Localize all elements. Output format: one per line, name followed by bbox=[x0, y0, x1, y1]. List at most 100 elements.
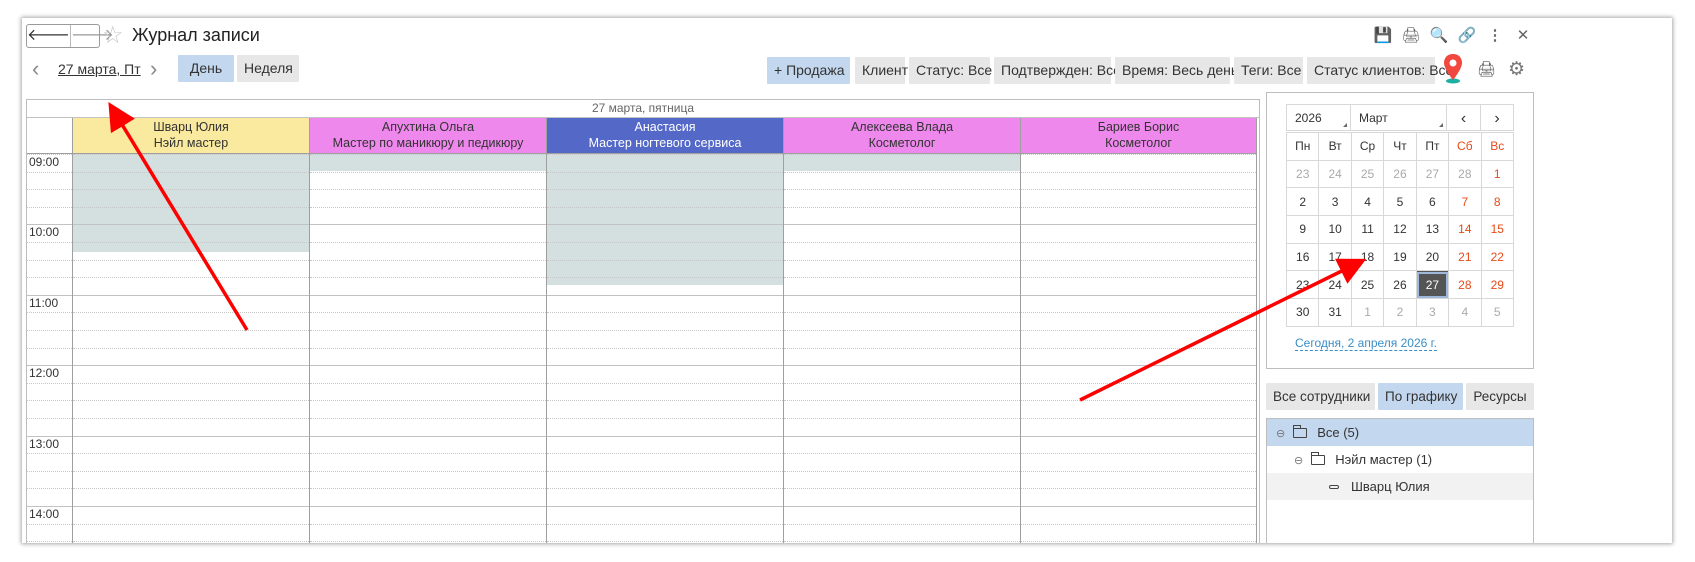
tab-by-schedule[interactable]: По графику bbox=[1378, 383, 1463, 410]
app-window: 🡐 🡒 ☆ Журнал записи 💾 🖨 🔍 🔗 ⋮ ✕ ‹ 27 мар… bbox=[22, 18, 1672, 543]
calendar-day[interactable]: 31 bbox=[1318, 298, 1352, 327]
calendar-day[interactable]: 27 bbox=[1415, 270, 1450, 300]
staff-column: Бариев Борис Косметолог bbox=[1021, 100, 1257, 543]
calendar-day[interactable]: 19 bbox=[1383, 242, 1417, 272]
calendar-day[interactable]: 14 bbox=[1448, 215, 1482, 244]
preview-icon[interactable]: 🔍 bbox=[1429, 26, 1449, 46]
calendar-day[interactable]: 23 bbox=[1285, 270, 1320, 300]
calendar-day[interactable]: 15 bbox=[1480, 215, 1515, 244]
month-dropdown[interactable]: Март bbox=[1350, 104, 1447, 131]
more-icon[interactable]: ⋮ bbox=[1485, 26, 1505, 46]
calendar-day[interactable]: 1 bbox=[1480, 159, 1515, 189]
calendar-day[interactable]: 11 bbox=[1350, 215, 1385, 244]
history-nav: 🡐 🡒 bbox=[26, 24, 114, 48]
calendar-day[interactable]: 24 bbox=[1318, 270, 1352, 300]
calendar-day[interactable]: 4 bbox=[1448, 298, 1482, 327]
staff-header[interactable]: Апухтина Ольга Мастер по маникюру и педи… bbox=[310, 118, 547, 154]
staff-slots[interactable] bbox=[310, 154, 547, 543]
calendar-day[interactable]: 9 bbox=[1285, 215, 1320, 244]
time-label: 12:00 bbox=[29, 366, 60, 381]
calendar-day[interactable]: 29 bbox=[1480, 270, 1515, 300]
calendar-day[interactable]: 17 bbox=[1318, 242, 1352, 272]
time-label: 09:00 bbox=[29, 155, 60, 169]
weekday-label: Сб bbox=[1448, 132, 1482, 161]
prev-month-icon[interactable]: ‹ bbox=[1446, 104, 1481, 131]
calendar-day[interactable]: 13 bbox=[1415, 215, 1450, 244]
calendar-day[interactable]: 18 bbox=[1350, 242, 1385, 272]
staff-header[interactable]: Анастасия Мастер ногтевого сервиса bbox=[547, 118, 784, 154]
time-label: 11:00 bbox=[29, 295, 59, 310]
calendar-day[interactable]: 25 bbox=[1350, 270, 1385, 300]
time-filter[interactable]: Время: Весь день bbox=[1115, 57, 1238, 84]
staff-slots[interactable] bbox=[547, 154, 784, 543]
calendar-day[interactable]: 6 bbox=[1415, 187, 1450, 217]
calendar-day[interactable]: 3 bbox=[1318, 187, 1352, 217]
favorite-star-icon[interactable]: ☆ bbox=[102, 22, 124, 50]
calendar-day[interactable]: 16 bbox=[1285, 242, 1320, 272]
confirmed-filter[interactable]: Подтвержден: Все bbox=[994, 57, 1121, 84]
settings-gear-icon[interactable]: ⚙ bbox=[1508, 58, 1525, 81]
print-schedule-icon[interactable]: 🖨 bbox=[1477, 60, 1496, 78]
status-filter[interactable]: Статус: Все bbox=[909, 57, 992, 84]
tree-item-group[interactable]: ⊖ Нэйл мастер (1) bbox=[1267, 446, 1533, 473]
staff-name: Анастасия bbox=[634, 120, 696, 134]
next-month-icon[interactable]: › bbox=[1480, 104, 1514, 131]
today-link[interactable]: Сегодня, 2 апреля 2026 г. bbox=[1295, 336, 1437, 351]
calendar-day[interactable]: 30 bbox=[1285, 298, 1320, 327]
calendar-day[interactable]: 20 bbox=[1415, 242, 1450, 272]
tags-filter[interactable]: Теги: Все bbox=[1234, 57, 1303, 84]
calendar-day[interactable]: 12 bbox=[1383, 215, 1417, 244]
year-dropdown[interactable]: 2026 bbox=[1286, 104, 1351, 131]
staff-role: Мастер по маникюру и педикюру bbox=[332, 135, 524, 150]
folder-icon bbox=[1293, 425, 1308, 438]
staff-header[interactable]: Алексеева Влада Косметолог bbox=[784, 118, 1021, 154]
collapse-icon[interactable]: ⊖ bbox=[1276, 421, 1285, 448]
weekday-label: Вт bbox=[1318, 132, 1352, 161]
staff-slots[interactable] bbox=[784, 154, 1021, 543]
staff-role: Косметолог bbox=[1105, 135, 1172, 150]
close-icon[interactable]: ✕ bbox=[1513, 26, 1533, 46]
calendar-day[interactable]: 26 bbox=[1383, 159, 1417, 189]
calendar-day[interactable]: 27 bbox=[1415, 159, 1450, 189]
calendar-day[interactable]: 4 bbox=[1350, 187, 1385, 217]
prev-date-icon[interactable]: ‹ bbox=[32, 56, 39, 82]
calendar-day[interactable]: 22 bbox=[1480, 242, 1515, 272]
view-week-button[interactable]: Неделя bbox=[237, 55, 299, 82]
tree-item-all[interactable]: ⊖ Все (5) bbox=[1267, 419, 1533, 446]
map-pin-icon[interactable] bbox=[1442, 53, 1464, 85]
calendar-day[interactable]: 5 bbox=[1480, 298, 1515, 327]
calendar-day[interactable]: 2 bbox=[1285, 187, 1320, 217]
staff-slots[interactable] bbox=[1021, 154, 1257, 543]
new-sale-button[interactable]: + Продажа bbox=[767, 57, 850, 84]
calendar-day[interactable]: 26 bbox=[1383, 270, 1417, 300]
calendar-day[interactable]: 10 bbox=[1318, 215, 1352, 244]
calendar-day[interactable]: 7 bbox=[1448, 187, 1482, 217]
staff-header[interactable]: Бариев Борис Косметолог bbox=[1021, 118, 1257, 154]
date-selector[interactable]: 27 марта, Пт bbox=[58, 61, 141, 77]
tab-all-staff[interactable]: Все сотрудники bbox=[1266, 383, 1375, 410]
next-date-icon[interactable]: › bbox=[150, 56, 157, 82]
view-day-button[interactable]: День bbox=[178, 55, 234, 82]
save-icon[interactable]: 💾 bbox=[1373, 26, 1393, 46]
tree-item-staff[interactable]: Шварц Юлия bbox=[1267, 473, 1533, 500]
print-icon[interactable]: 🖨 bbox=[1401, 26, 1421, 46]
client-status-filter[interactable]: Статус клиентов: Все bbox=[1307, 57, 1453, 84]
link-icon[interactable]: 🔗 bbox=[1457, 26, 1477, 46]
staff-header[interactable]: Шварц Юлия Нэйл мастер bbox=[73, 118, 310, 154]
staff-slots[interactable] bbox=[73, 154, 310, 543]
calendar-day[interactable]: 24 bbox=[1318, 159, 1352, 189]
calendar-day[interactable]: 28 bbox=[1448, 270, 1482, 300]
calendar-day[interactable]: 25 bbox=[1350, 159, 1385, 189]
calendar-day[interactable]: 8 bbox=[1480, 187, 1515, 217]
collapse-icon[interactable]: ⊖ bbox=[1294, 448, 1303, 475]
tab-resources[interactable]: Ресурсы bbox=[1466, 383, 1534, 410]
calendar-day[interactable]: 2 bbox=[1383, 298, 1417, 327]
calendar-day[interactable]: 3 bbox=[1415, 298, 1450, 327]
calendar-day[interactable]: 28 bbox=[1448, 159, 1482, 189]
calendar-day[interactable]: 23 bbox=[1285, 159, 1320, 189]
calendar-day[interactable]: 21 bbox=[1448, 242, 1482, 272]
back-arrow-icon[interactable]: 🡐 bbox=[27, 25, 70, 47]
calendar-day[interactable]: 1 bbox=[1350, 298, 1385, 327]
client-filter[interactable]: Клиент bbox=[855, 57, 908, 84]
calendar-day[interactable]: 5 bbox=[1383, 187, 1417, 217]
